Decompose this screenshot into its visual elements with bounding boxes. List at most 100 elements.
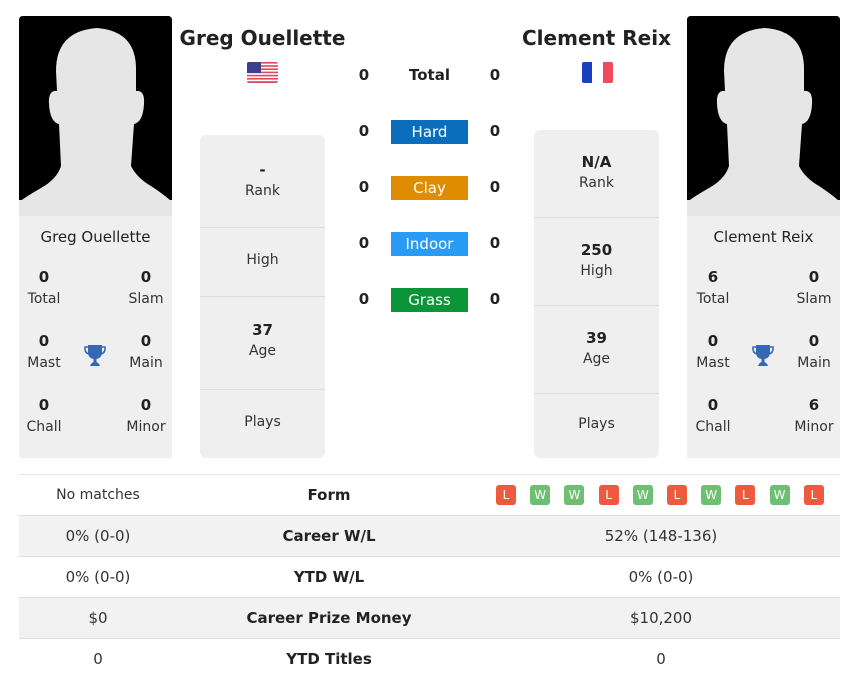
high-value: 250: [580, 241, 613, 259]
surface-grass-badge[interactable]: Grass: [391, 288, 468, 312]
form-win-badge[interactable]: W: [701, 485, 722, 505]
h2h-indoor-p1: 0: [358, 234, 370, 252]
form-loss-badge[interactable]: L: [496, 485, 516, 505]
row-p2-value: 0: [656, 650, 666, 668]
row-p1-value: $0: [88, 609, 108, 627]
stat-label: Chall: [695, 419, 731, 435]
h2h-hard-p2: 0: [489, 122, 501, 140]
stat-total: 0 Total: [14, 268, 74, 307]
age-cell: 39 Age: [534, 306, 659, 394]
stat-label: Main: [129, 355, 163, 371]
form-win-badge[interactable]: W: [632, 485, 653, 505]
form-win-badge[interactable]: W: [530, 485, 551, 505]
plays-cell: Plays: [534, 394, 659, 458]
stat-main: 0 Main: [784, 332, 844, 371]
stat-label: Main: [797, 355, 831, 371]
row-label: YTD W/L: [293, 568, 365, 586]
high-label: High: [580, 263, 613, 279]
stat-minor: 6 Minor: [784, 396, 844, 435]
rank-label: Rank: [245, 183, 280, 199]
stat-value: 6: [707, 268, 719, 286]
player2-name[interactable]: Clement Reix: [506, 26, 687, 50]
age-value: 37: [252, 321, 273, 339]
high-cell: 250 High: [534, 218, 659, 306]
rank-cell: - Rank: [200, 135, 325, 228]
silhouette-icon: [687, 16, 840, 216]
h2h-indoor-p2: 0: [489, 234, 501, 252]
age-label: Age: [248, 343, 277, 359]
form-win-badge[interactable]: W: [769, 485, 790, 505]
stat-label: Total: [696, 291, 730, 307]
stat-minor: 0 Minor: [116, 396, 176, 435]
h2h-total-p2: 0: [489, 66, 501, 84]
surface-clay-badge[interactable]: Clay: [391, 176, 468, 200]
age-label: Age: [582, 351, 611, 367]
stat-slam: 0 Slam: [116, 268, 176, 307]
stat-label: Mast: [27, 355, 61, 371]
stat-slam: 0 Slam: [784, 268, 844, 307]
surface-hard-badge[interactable]: Hard: [391, 120, 468, 144]
stat-label: Minor: [126, 419, 166, 435]
plays-label: Plays: [244, 414, 281, 430]
row-p2-value: 52% (148-136): [604, 527, 718, 545]
plays-label: Plays: [578, 416, 615, 432]
row-label: Career W/L: [282, 527, 376, 545]
form-loss-badge[interactable]: L: [735, 485, 756, 505]
form-p1: No matches: [56, 487, 140, 503]
rank-value: -: [259, 161, 266, 179]
player2-rank-box: N/A Rank 250 High 39 Age Plays: [534, 130, 659, 458]
form-loss-badge[interactable]: L: [667, 485, 687, 505]
table-row: 0 YTD Titles 0: [19, 639, 840, 679]
row-label: Career Prize Money: [246, 609, 412, 627]
surface-indoor-badge[interactable]: Indoor: [391, 232, 468, 256]
silhouette-icon: [19, 16, 172, 216]
form-win-badge[interactable]: W: [564, 485, 585, 505]
player1-card-name: Greg Ouellette: [40, 228, 151, 246]
trophy-icon: [751, 343, 775, 367]
rank-label: Rank: [579, 175, 614, 191]
stat-label: Chall: [26, 419, 62, 435]
h2h-total-label: Total: [409, 66, 450, 84]
stat-main: 0 Main: [116, 332, 176, 371]
player1-name[interactable]: Greg Ouellette: [172, 26, 353, 50]
table-row: $0 Career Prize Money $10,200: [19, 598, 840, 639]
player1-rank-box: - Rank High 37 Age Plays: [200, 135, 325, 458]
stat-value: 0: [707, 332, 719, 350]
table-row: 0% (0-0) YTD W/L 0% (0-0): [19, 557, 840, 598]
comparison-table: No matches Form LWWLWLWLWL 0% (0-0) Care…: [19, 474, 840, 679]
player1-photo: [19, 16, 172, 216]
stat-label: Total: [27, 291, 61, 307]
row-p2-value: 0% (0-0): [628, 568, 694, 586]
h2h-clay-p2: 0: [489, 178, 501, 196]
rank-cell: N/A Rank: [534, 130, 659, 218]
stat-value: 0: [38, 396, 50, 414]
row-p2-value: $10,200: [629, 609, 693, 627]
stat-total: 6 Total: [683, 268, 743, 307]
us-flag-icon: [247, 62, 278, 83]
stat-chall: 0 Chall: [14, 396, 74, 435]
stat-value: 0: [38, 332, 50, 350]
stat-value: 6: [808, 396, 820, 414]
form-loss-badge[interactable]: L: [598, 485, 619, 505]
stat-chall: 0 Chall: [683, 396, 743, 435]
row-p1-value: 0: [93, 650, 103, 668]
h2h-grass-p2: 0: [489, 290, 501, 308]
stat-label: Slam: [128, 291, 164, 307]
age-value: 39: [586, 329, 607, 347]
stat-label: Mast: [696, 355, 730, 371]
age-cell: 37 Age: [200, 297, 325, 390]
stat-mast: 0 Mast: [683, 332, 743, 371]
player1-titles-card: Greg Ouellette 0 Total 0 Slam 0 Mast 0 M…: [19, 216, 172, 458]
trophy-icon: [83, 343, 107, 367]
stat-mast: 0 Mast: [14, 332, 74, 371]
fr-flag-icon: [582, 62, 613, 83]
stat-value: 0: [140, 268, 152, 286]
player2-titles-card: Clement Reix 6 Total 0 Slam 0 Mast 0 Mai…: [687, 216, 840, 458]
player2-photo: [687, 16, 840, 216]
form-loss-badge[interactable]: L: [803, 485, 824, 505]
stat-label: Slam: [796, 291, 832, 307]
stat-value: 0: [808, 332, 820, 350]
high-cell: High: [200, 228, 325, 297]
plays-cell: Plays: [200, 390, 325, 458]
stat-value: 0: [140, 332, 152, 350]
